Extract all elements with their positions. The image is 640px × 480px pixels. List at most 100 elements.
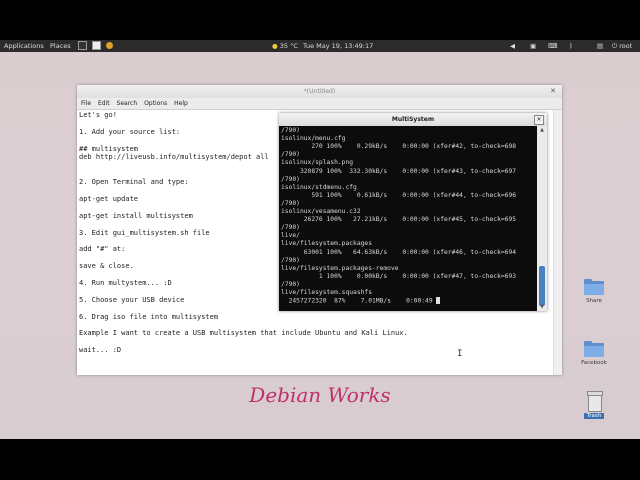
screen: Applications Places ● 35 °C Tue May 19, … xyxy=(0,0,640,480)
multisystem-title: MultiSystem xyxy=(391,116,435,123)
multisystem-window: MultiSystem ✕ /790) isolinux/menu.cfg 270… xyxy=(279,113,547,311)
weather-icon: ● xyxy=(272,42,278,50)
terminal-line-text: /790) xyxy=(281,127,300,134)
editor-line: Let's go! xyxy=(79,111,117,119)
terminal-line-text: 2457272320 87% 7.01MB/s 0:00:49 xyxy=(281,297,433,305)
terminal-line: /790) xyxy=(281,151,300,158)
terminal-line: live/ xyxy=(281,232,300,239)
terminal-line-text: 26276 100% 27.21kB/s 0:00:00 (xfer#45, t… xyxy=(281,216,517,224)
terminal-line: 2457272320 87% 7.01MB/s 0:00:49 xyxy=(281,297,440,305)
terminal-line: isolinux/splash.png xyxy=(281,159,353,166)
volume-icon[interactable]: ◀ xyxy=(510,40,515,52)
editor-line: apt-get install multisystem xyxy=(79,211,193,220)
desktop-icon-label: Share xyxy=(586,298,602,304)
terminal-line: live/filesystem.squashfs xyxy=(281,289,372,296)
terminal-launcher-icon[interactable] xyxy=(78,41,87,50)
terminal-line: 1 100% 0.00kB/s 0:00:00 (xfer#47, to-che… xyxy=(281,273,516,280)
editor-line: 5. Choose your USB device xyxy=(79,295,185,304)
terminal-line-text: /790) xyxy=(281,256,300,264)
terminal-line: 320879 100% 332.30kB/s 0:00:00 (xfer#43,… xyxy=(281,168,516,175)
menu-file[interactable]: File xyxy=(81,100,91,107)
menu-options[interactable]: Options xyxy=(144,100,167,107)
terminal-line: /790) xyxy=(281,257,300,264)
terminal-line: /790) xyxy=(281,281,300,288)
terminal-cursor xyxy=(435,297,440,305)
terminal-line: /790) xyxy=(281,200,300,207)
user-menu[interactable]: ⏻ root xyxy=(612,40,632,52)
terminal-line-text: isolinux/menu.cfg xyxy=(281,135,346,143)
editor-close-icon[interactable]: ✕ xyxy=(549,87,557,95)
editor-line: apt-get update xyxy=(79,195,139,203)
places-menu[interactable]: Places xyxy=(50,40,71,52)
letterbox-bottom xyxy=(0,439,640,480)
terminal-line: 26276 100% 27.21kB/s 0:00:00 (xfer#45, t… xyxy=(281,216,516,223)
terminal-line: live/filesystem.packages-remove xyxy=(281,265,399,272)
clock[interactable]: Tue May 19, 13:49:17 xyxy=(303,40,373,52)
multisystem-titlebar[interactable]: MultiSystem ✕ xyxy=(279,113,547,126)
terminal-line-text: isolinux/splash.png xyxy=(281,159,354,167)
terminal-line-text: /790) xyxy=(281,280,300,288)
terminal-line-text: live/filesystem.squashfs xyxy=(281,289,372,296)
terminal-line: live/filesystem.packages xyxy=(281,240,372,247)
editor-line: 6. Drag iso file into multisystem xyxy=(79,312,219,321)
terminal-line: /790) xyxy=(281,224,300,231)
terminal-line-text: 320879 100% 332.30kB/s 0:00:00 (xfer#43,… xyxy=(281,167,517,175)
folder-icon xyxy=(584,279,604,295)
terminal-line-text: /790) xyxy=(281,199,300,207)
menu-edit[interactable]: Edit xyxy=(98,100,110,107)
text-editor-launcher-icon[interactable] xyxy=(92,41,102,50)
editor-line: ## multisystem xyxy=(79,144,139,153)
terminal-line: 591 100% 0.61kB/s 0:00:00 (xfer#44, to-c… xyxy=(281,192,516,199)
editor-scrollbar[interactable] xyxy=(553,110,562,375)
terminal-line-text: /790) xyxy=(281,175,300,183)
scroll-up-icon[interactable]: ▲ xyxy=(538,127,546,133)
weather-indicator[interactable]: ● 35 °C xyxy=(272,40,298,52)
terminal-line: /790) xyxy=(281,176,300,183)
terminal-line-text: 1 100% 0.00kB/s 0:00:00 (xfer#47, to-che… xyxy=(281,272,517,280)
scroll-down-icon[interactable]: ▼ xyxy=(538,304,546,310)
user-name: root xyxy=(619,42,633,50)
terminal-line: 63001 100% 64.63kB/s 0:00:00 (xfer#46, t… xyxy=(281,249,516,256)
letterbox-top xyxy=(0,0,640,40)
bluetooth-icon[interactable]: ᛒ xyxy=(569,40,573,52)
editor-line: deb http://liveusb.info/multisystem/depo… xyxy=(79,153,269,161)
menu-search[interactable]: Search xyxy=(117,100,138,107)
terminal-line-text: live/ xyxy=(281,232,300,240)
terminal-scrollbar[interactable]: ▲ ▼ xyxy=(537,126,547,311)
editor-menubar: File Edit Search Options Help xyxy=(77,98,562,110)
power-icon: ⏻ xyxy=(612,42,618,50)
ibeam-cursor-icon: I xyxy=(457,349,463,359)
terminal-line: isolinux/menu.cfg xyxy=(281,135,345,142)
terminal-line-text: /790) xyxy=(281,224,300,232)
terminal-output[interactable]: /790) isolinux/menu.cfg 270 100% 0.29kB/s… xyxy=(279,126,537,311)
terminal-scroll-thumb[interactable] xyxy=(539,266,545,306)
editor-line: 2. Open Terminal and type: xyxy=(79,178,189,187)
terminal-line: 270 100% 0.29kB/s 0:00:00 (xfer#42, to-c… xyxy=(281,143,516,150)
desktop-icon-share[interactable]: Share xyxy=(572,279,616,304)
terminal-line-text: 63001 100% 64.63kB/s 0:00:00 (xfer#46, t… xyxy=(281,248,517,256)
terminal-line-text: 270 100% 0.29kB/s 0:00:00 (xfer#42, to-c… xyxy=(281,143,517,151)
browser-launcher-icon[interactable] xyxy=(106,42,114,49)
terminal-line: isolinux/stdmenu.cfg xyxy=(281,184,357,191)
keyboard-icon[interactable]: ⌨ xyxy=(548,40,557,52)
folder-icon xyxy=(584,341,604,357)
editor-line: Example I want to create a USB multisyst… xyxy=(79,329,408,338)
screenshot-icon[interactable]: ▣ xyxy=(530,40,536,52)
top-panel: Applications Places ● 35 °C Tue May 19, … xyxy=(0,40,640,52)
desktop-icon-label: Facebook xyxy=(581,360,607,366)
editor-line: 3. Edit gui_multisystem.sh file xyxy=(79,228,210,237)
editor-title: *(Untitled) xyxy=(303,88,336,95)
network-icon[interactable]: ▤ xyxy=(597,40,603,52)
editor-line: 1. Add your source list: xyxy=(79,127,181,136)
terminal-line-text: live/filesystem.packages-remove xyxy=(281,264,399,272)
terminal-line-text: isolinux/stdmenu.cfg xyxy=(281,183,357,191)
terminal-line: isolinux/vesamenu.c32 xyxy=(281,208,361,215)
editor-titlebar[interactable]: *(Untitled) ✕ xyxy=(77,85,562,98)
multisystem-close-icon[interactable]: ✕ xyxy=(534,115,544,125)
applications-menu[interactable]: Applications xyxy=(4,40,44,52)
terminal-line-text: live/filesystem.packages xyxy=(281,240,372,248)
menu-help[interactable]: Help xyxy=(174,100,188,107)
terminal-line: /790) xyxy=(281,127,300,134)
terminal-line-text: 591 100% 0.61kB/s 0:00:00 (xfer#44, to-c… xyxy=(281,191,517,199)
desktop-icon-facebook[interactable]: Facebook xyxy=(572,341,616,366)
